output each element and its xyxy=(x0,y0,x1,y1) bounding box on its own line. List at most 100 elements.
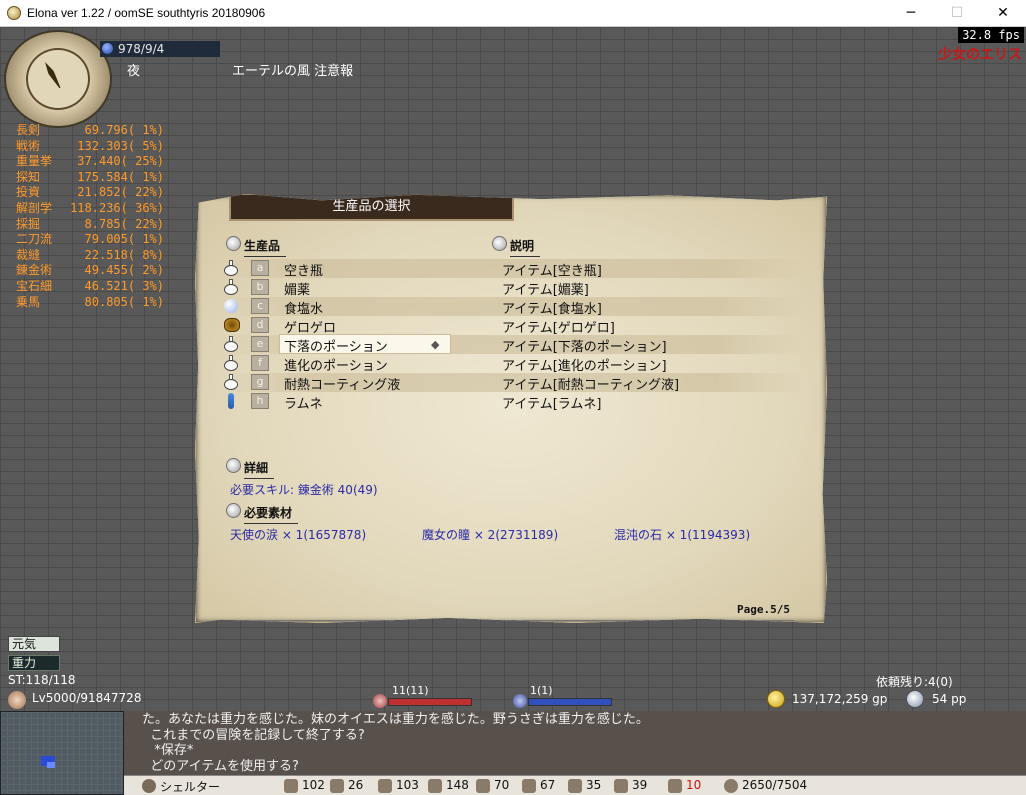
item-description: アイテム[耐熱コーティング液] xyxy=(502,378,680,393)
skill-name: 探知 xyxy=(16,169,41,184)
magic-icon xyxy=(568,779,582,793)
description-column-header: 説明 xyxy=(492,236,541,257)
charisma-icon xyxy=(614,779,628,793)
level-icon xyxy=(8,691,26,709)
list-item[interactable]: a 空き瓶 アイテム[空き瓶] xyxy=(224,259,804,279)
item-key: f xyxy=(251,355,269,371)
hp-icon xyxy=(373,694,387,708)
platinum-coin-icon xyxy=(906,690,924,708)
page-indicator: Page.5/5 xyxy=(737,603,790,616)
skill-row: 投資 21.852( 22%) xyxy=(16,185,176,201)
npc-name: 少女のエリス xyxy=(938,47,1022,63)
weight-icon xyxy=(724,779,738,793)
gerogero-icon xyxy=(224,318,240,332)
gold-amount: 137,172,259 gp xyxy=(792,692,888,706)
will-icon xyxy=(522,779,536,793)
level-display: Lv5000/91847728 xyxy=(32,691,142,705)
list-item[interactable]: c 食塩水 アイテム[食塩水] xyxy=(224,297,804,317)
potion-icon xyxy=(224,374,238,390)
minimize-button[interactable]: ─ xyxy=(888,0,934,27)
stat-learning: 70 xyxy=(476,778,509,793)
hp-value: 11(11) xyxy=(392,684,429,697)
material-item: 魔女の瞳 × 2(2731189) xyxy=(422,528,559,542)
clock-icon xyxy=(4,30,112,128)
item-description: アイテム[ゲロゲロ] xyxy=(502,321,615,336)
mp-bar-fill xyxy=(529,699,611,705)
gold-coin-icon xyxy=(767,690,785,708)
strength-icon xyxy=(284,779,298,793)
header-bullet-icon xyxy=(226,458,241,473)
skill-name: 錬金術 xyxy=(16,263,53,278)
stat-value: 35 xyxy=(586,778,602,792)
skill-name: 宝石細 xyxy=(16,278,53,293)
stamina-display: ST:118/118 xyxy=(8,673,76,687)
list-item[interactable]: b 媚薬 アイテム[媚薬] xyxy=(224,278,804,298)
stat-charisma: 39 xyxy=(614,778,647,793)
item-key: b xyxy=(251,279,269,295)
dexterity-icon xyxy=(378,779,392,793)
window-title: Elona ver 1.22 / oomSE southtyris 201809… xyxy=(27,6,266,20)
skill-row: 重量挙 37.440( 25%) xyxy=(16,154,176,170)
material-item: 天使の涙 × 1(1657878) xyxy=(230,528,367,542)
buff-genki[interactable]: 元気 xyxy=(8,636,60,652)
stat-value: 103 xyxy=(396,778,419,792)
item-name: 空き瓶 xyxy=(284,264,324,279)
message-line: た。あなたは重力を感じた。妹のオイエスは重力を感じた。野うさぎは重力を感じた。 xyxy=(142,712,649,727)
item-key: e xyxy=(251,336,269,352)
materials-section-label: 必要素材 xyxy=(244,506,293,520)
buff-gravity[interactable]: 重力 xyxy=(8,655,60,671)
header-bullet-icon xyxy=(226,503,241,518)
item-key: d xyxy=(251,317,269,333)
item-name: 耐熱コーティング液 xyxy=(284,378,401,393)
skill-name: 二刀流 xyxy=(16,232,53,247)
material-item: 混沌の石 × 1(1194393) xyxy=(614,528,751,542)
weight-value: 2650/7504 xyxy=(742,778,808,792)
skill-row: 乗馬 80.805( 1%) xyxy=(16,295,176,311)
materials-section-header: 必要素材 xyxy=(226,503,299,524)
list-item[interactable]: g 耐熱コーティング液 アイテム[耐熱コーティング液] xyxy=(224,373,804,393)
platinum-amount: 54 pp xyxy=(932,692,967,706)
skill-value: 118.236( 36%) xyxy=(70,200,164,215)
list-item[interactable]: h ラムネ アイテム[ラムネ] xyxy=(224,392,804,412)
stat-will: 67 xyxy=(522,778,556,793)
potion-icon xyxy=(224,279,238,295)
time-of-day: 夜 xyxy=(127,64,141,79)
stat-value: 67 xyxy=(540,778,556,792)
product-select-dialog: 生産品の選択 生産品 説明 a 空き瓶 アイテム[空き瓶] b 媚薬 アイテム[… xyxy=(195,194,827,623)
list-item[interactable]: d ゲロゲロ アイテム[ゲロゲロ] xyxy=(224,316,804,336)
stat-speed: 10 xyxy=(668,778,701,793)
skill-row: 解剖学 118.236( 36%) xyxy=(16,201,176,217)
item-key: a xyxy=(251,260,269,276)
skill-value: 49.455( 2%) xyxy=(84,263,164,278)
list-item[interactable]: f 進化のポーション アイテム[進化のポーション] xyxy=(224,354,804,374)
stat-perception: 148 xyxy=(428,778,469,793)
list-item-selected[interactable]: e 下落のポーション ◆ アイテム[下落のポーション] xyxy=(224,334,804,355)
skill-value: 46.521( 3%) xyxy=(84,278,164,293)
location-icon xyxy=(142,779,156,793)
ramune-icon xyxy=(228,393,234,409)
skill-name: 乗馬 xyxy=(16,294,41,309)
minimap-marker xyxy=(47,762,55,768)
message-line: *保存* xyxy=(142,743,194,758)
stat-constitution: 26 xyxy=(330,778,364,793)
location-display: シェルター xyxy=(142,778,220,795)
skill-row: 採掘 8.785( 22%) xyxy=(16,217,176,233)
maximize-button[interactable]: ☐ xyxy=(934,0,980,27)
item-name: 食塩水 xyxy=(284,302,324,317)
skill-value: 21.852( 22%) xyxy=(77,185,164,200)
game-viewport: 978/9/4 夜 エーテルの風 注意報 32.8 fps 少女のエリス 長剣 6… xyxy=(0,27,1026,795)
stat-value: 148 xyxy=(446,778,469,792)
detail-section-header: 詳細 xyxy=(226,458,275,479)
minimap[interactable] xyxy=(0,711,124,795)
pearl-icon xyxy=(224,299,238,313)
message-log: た。あなたは重力を感じた。妹のオイエスは重力を感じた。野うさぎは重力を感じた。 … xyxy=(124,711,1026,775)
moon-icon xyxy=(102,43,113,54)
stat-value: 26 xyxy=(348,778,364,792)
stat-strength: 102 xyxy=(284,778,325,793)
speed-icon xyxy=(668,779,682,793)
date-display: 978/9/4 xyxy=(100,41,220,57)
weight-display: 2650/7504 xyxy=(724,778,808,793)
description-column-label: 説明 xyxy=(510,239,535,253)
skill-name: 解剖学 xyxy=(16,200,53,215)
close-button[interactable]: ✕ xyxy=(980,0,1026,27)
